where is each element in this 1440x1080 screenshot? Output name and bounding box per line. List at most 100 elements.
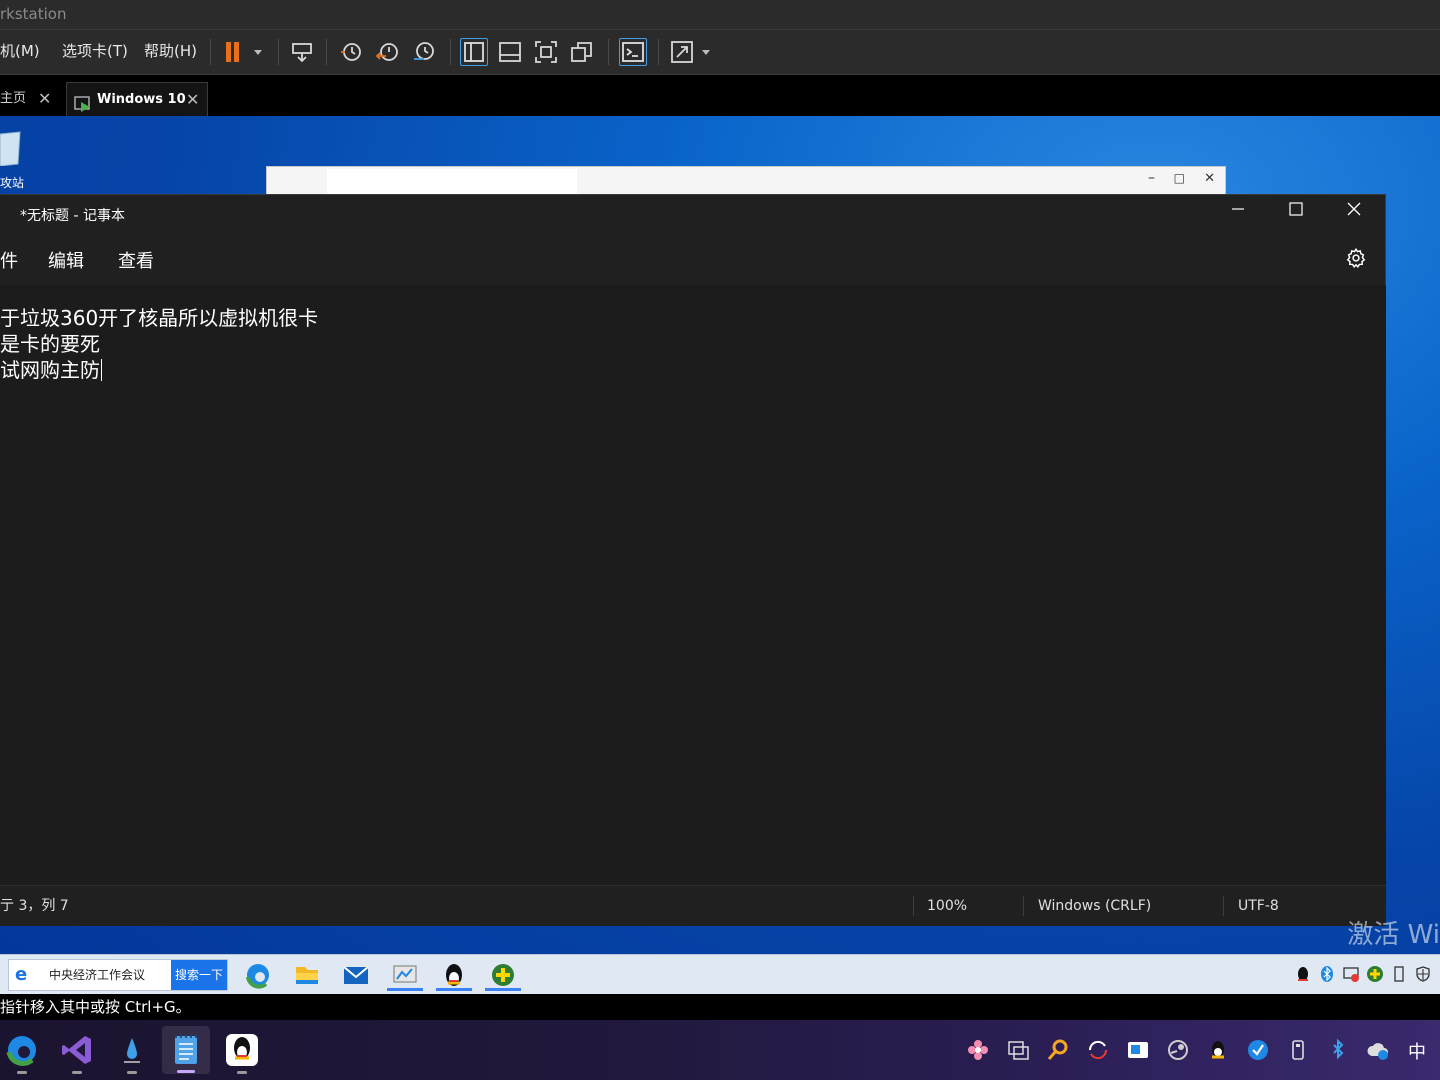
tab-windows10[interactable]: Windows 10 ✕ [66,82,208,116]
running-indicator [17,1071,27,1074]
close-icon[interactable]: ✕ [186,83,199,117]
pause-icon[interactable] [220,38,248,66]
qq-tray-icon[interactable] [1206,1038,1230,1062]
notepad-window: *无标题 - 记事本 件 编辑 查看 于垃圾360开了核晶所以虚拟机很卡 是卡的… [0,194,1386,926]
maximize-icon[interactable] [1286,199,1306,223]
recycle-bin-label: 攻站 [0,176,25,190]
search-input[interactable]: 中央经济工作会议 [49,960,145,990]
settings-gear-icon[interactable] [1345,247,1367,274]
vmware-tray-icon[interactable] [1006,1038,1030,1062]
active-indicator [177,1070,195,1073]
line-ending: Windows (CRLF) [1038,898,1152,914]
status-divider [913,896,914,916]
menu-vm[interactable]: 机(M) [0,30,40,75]
thumbnail-bar-icon[interactable] [496,38,524,66]
menu-edit[interactable]: 编辑 [48,247,84,273]
visual-studio-icon[interactable] [59,1032,95,1074]
guest-taskbar: e 中央经济工作会议 搜索一下 [0,954,1440,994]
mail-tray-icon[interactable] [1126,1038,1150,1062]
menu-file[interactable]: 件 [0,247,18,273]
unity-icon[interactable] [568,38,596,66]
cursor-position: 亍 3，列 7 [0,898,69,914]
flower-app-icon[interactable] [966,1038,990,1062]
notepad-menubar: 件 编辑 查看 [0,233,1386,285]
maximize-icon[interactable]: □ [1174,171,1185,185]
recycle-bin-icon[interactable] [0,126,30,167]
snapshot-manager-icon[interactable] [410,38,438,66]
sync-icon[interactable] [1086,1038,1110,1062]
full-screen-icon[interactable] [532,38,560,66]
text-line: 是卡的要死 [0,332,100,356]
background-window-addressbar [327,169,577,195]
host-window-title: rkstation [0,0,1440,30]
background-window[interactable]: – □ ✕ [266,166,1226,196]
search-tool-icon[interactable] [1046,1038,1070,1062]
status-divider [1023,896,1024,916]
notepad-taskbar-icon[interactable] [162,1026,210,1074]
revert-snapshot-icon[interactable] [374,38,402,66]
qq-icon[interactable] [432,959,476,991]
notepad-titlebar[interactable]: *无标题 - 记事本 [0,195,1386,233]
hint-text: 指针移入其中或按 Ctrl+G。 [0,998,191,1016]
qq-tray-icon[interactable] [1294,965,1312,983]
network-icon[interactable] [1342,965,1360,983]
zoom-level: 100% [927,898,968,914]
toolbar-divider [326,39,327,65]
close-icon[interactable] [1344,199,1364,223]
tab-windows10-label: Windows 10 [97,92,186,107]
steam-icon[interactable] [1166,1038,1190,1062]
send-keys-icon[interactable] [288,38,316,66]
snapshot-icon[interactable] [337,38,365,66]
toolbar-divider [210,39,211,65]
guard-tray-icon[interactable] [1366,965,1384,983]
ie-search-box[interactable]: e 中央经济工作会议 搜索一下 [8,959,228,991]
toolbar-divider [278,39,279,65]
active-indicator [436,988,472,991]
notepad-title: *无标题 - 记事本 [20,208,125,224]
security-guard-icon[interactable] [481,959,525,991]
host-toolbar: 机(M) 选项卡(T) 帮助(H) [0,30,1440,75]
close-icon[interactable]: ✕ [1204,171,1215,186]
cloud-icon[interactable] [1366,1038,1390,1062]
tab-home[interactable]: 主页 ✕ [0,82,62,116]
pause-dropdown-icon[interactable] [248,38,268,66]
bluetooth-icon[interactable] [1318,965,1336,983]
mail-icon[interactable] [334,959,378,991]
toolbar-divider [658,39,659,65]
qq-icon[interactable] [224,1032,260,1074]
edge-icon[interactable] [236,959,280,991]
ink-drop-icon[interactable] [114,1032,150,1074]
menu-view[interactable]: 查看 [118,247,154,273]
edge-icon[interactable] [4,1032,40,1074]
toolbar-divider [450,39,451,65]
status-divider [1223,896,1224,916]
search-button[interactable]: 搜索一下 [171,960,227,990]
running-indicator [127,1071,137,1074]
usb-icon[interactable] [1286,1038,1310,1062]
show-library-icon[interactable] [460,38,488,66]
menu-help[interactable]: 帮助(H) [144,30,197,75]
ime-indicator[interactable]: 中 [1408,1038,1426,1064]
notepad-statusbar: 亍 3，列 7 100% Windows (CRLF) UTF-8 [0,885,1386,926]
toolbar-divider [608,39,609,65]
menu-tabs[interactable]: 选项卡(T) [62,30,128,75]
stretch-dropdown-icon[interactable] [698,38,716,66]
stretch-icon[interactable] [668,38,696,66]
running-indicator [72,1071,82,1074]
shield-icon[interactable] [1414,965,1432,983]
guest-desktop[interactable]: 攻站 – □ ✕ *无标题 - 记事本 件 编辑 查看 于垃圾360开了核晶所以… [0,116,1440,994]
control-panel-icon[interactable] [383,959,427,991]
notepad-text-area[interactable]: 于垃圾360开了核晶所以虚拟机很卡 是卡的要死 试网购主防 [0,285,1386,887]
console-view-icon[interactable] [619,38,647,66]
close-icon[interactable]: ✕ [38,82,51,116]
file-explorer-icon[interactable] [285,959,329,991]
minimize-icon[interactable]: – [1148,170,1155,186]
activation-watermark: 激活 Wi [1347,920,1440,950]
encoding: UTF-8 [1238,898,1279,914]
running-indicator [237,1071,247,1074]
usb-icon[interactable] [1390,965,1408,983]
bluetooth-icon[interactable] [1326,1038,1350,1062]
check-tray-icon[interactable] [1246,1038,1270,1062]
minimize-icon[interactable] [1228,199,1248,223]
tab-home-label: 主页 [0,91,27,106]
